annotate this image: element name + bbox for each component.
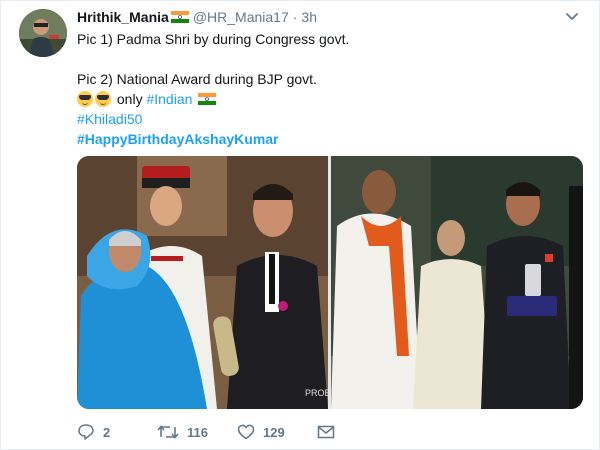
indian-flag-icon — [198, 93, 217, 105]
avatar[interactable] — [19, 9, 67, 57]
photo-national-award[interactable] — [331, 156, 583, 409]
display-name[interactable]: Hrithik_Mania — [77, 8, 169, 26]
indian-flag-icon — [170, 11, 189, 23]
photo-padma-shri-image: PROBHK — [77, 156, 328, 409]
tweet-line-2: Pic 2) National Award during BJP govt. — [77, 71, 317, 87]
hashtag-indian-link[interactable]: #Indian — [146, 91, 192, 107]
envelope-icon — [317, 425, 335, 439]
heart-icon — [237, 424, 255, 440]
user-handle[interactable]: @HR_Mania17 — [193, 8, 289, 26]
timestamp[interactable]: 3h — [301, 8, 317, 26]
tweet-header: Hrithik_Mania @HR_Mania17 · 3h — [77, 8, 317, 26]
direct-message-button[interactable] — [317, 424, 343, 440]
hashtag-birthday-link[interactable]: #HappyBirthdayAkshayKumar — [77, 129, 577, 149]
hashtag-khiladi50-link[interactable]: #Khiladi50 — [77, 109, 577, 129]
retweet-button[interactable]: 116 — [157, 423, 237, 441]
photo-padma-shri[interactable]: PROBHK — [77, 156, 328, 409]
reply-count: 2 — [103, 424, 111, 440]
like-count: 129 — [263, 424, 285, 440]
sunglasses-emoji-icon — [77, 91, 93, 107]
reply-button[interactable]: 2 — [77, 423, 157, 441]
tweet-actions: 2 116 129 — [77, 421, 343, 443]
tweet-card[interactable]: Hrithik_Mania @HR_Mania17 · 3h Pic 1) Pa… — [0, 0, 600, 450]
avatar-image — [19, 9, 67, 57]
tweet-media[interactable]: PROBHK — [77, 156, 583, 409]
separator-dot: · — [292, 9, 298, 25]
tweet-line-1: Pic 1) Padma Shri by during Congress gov… — [77, 31, 350, 47]
tweet-line-3: only #Indian — [77, 89, 577, 109]
photo-national-award-image — [331, 156, 583, 409]
chevron-down-icon[interactable] — [565, 11, 579, 21]
line-3-text: only — [116, 91, 143, 107]
tweet-text: Pic 1) Padma Shri by during Congress gov… — [77, 29, 577, 149]
sunglasses-emoji-icon — [95, 91, 111, 107]
watermark: PROBHK — [305, 388, 328, 398]
reply-icon — [78, 424, 94, 440]
like-button[interactable]: 129 — [237, 423, 317, 441]
retweet-icon — [157, 425, 179, 439]
retweet-count: 116 — [187, 424, 208, 440]
